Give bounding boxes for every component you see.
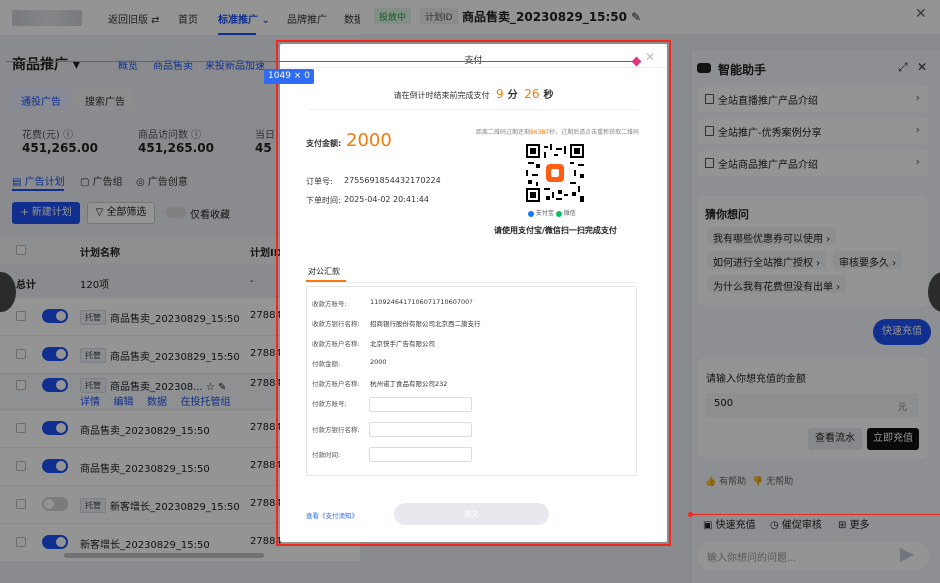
transfer-amount: 2000 [370,358,387,366]
field-label: 付款方银行名称: [312,426,360,434]
field-label: 付款时间: [312,451,341,459]
payer-name: 杭州诺丁食品有限公司232 [370,380,448,388]
guide-handle[interactable] [688,512,693,517]
order-number: 2755691854432170224 [344,176,441,185]
field-label: 收款方账户名称: [312,340,360,348]
divider [308,109,639,110]
field-label: 付款金额: [312,360,341,368]
tab-corporate-transfer[interactable]: 对公汇款 [308,266,340,277]
payee-bank: 招商银行股份有限公司北京西二旗支行 [370,320,481,328]
pay-amount: 2000 [346,130,392,151]
payee-name: 北京快手广告有限公司 [370,340,435,348]
scan-instruction: 请使用支付宝/微信扫一扫完成支付 [494,226,617,235]
divider [306,282,637,283]
payment-methods: 支付宝 微信 [528,208,576,217]
divider [280,67,667,68]
field-label: 收款方账号: [312,300,347,308]
payment-qr-code [526,144,584,202]
amount-label: 支付金额: [306,139,342,148]
field-label: 付款方账户名称: [312,380,360,388]
order-label: 订单号: [306,177,333,186]
alipay-icon [528,210,534,217]
submit-button[interactable]: 提交 [394,503,549,525]
measure-line [6,61,636,62]
countdown-minutes: 9 [496,87,504,101]
payer-bank-input[interactable] [369,422,472,437]
countdown-seconds: 26 [524,87,540,101]
modal-title: 支付 [464,56,483,66]
measure-label: 1049 × 0 [264,69,314,84]
wechat-icon [555,210,562,217]
field-label: 付款方账号: [312,400,347,408]
field-label: 收款方银行名称: [312,320,360,328]
payment-time-input[interactable] [369,447,472,462]
payment-modal: 支付 ✕ 请在倒计时结束前完成支付 9分 26 秒 支付金额: 2000 订单号:… [280,44,667,542]
order-time: 2025-04-02 20:41:44 [344,195,429,204]
payee-account: 110924641710607171060700? [370,298,473,306]
payment-notice-link[interactable]: 查看《支付须知》 [306,510,358,520]
payer-account-input[interactable] [369,397,472,412]
qr-expiry-tip: 距离二维码过期还剩86387秒，过期后请点击重新获取二维码 [476,129,640,136]
countdown: 请在倒计时结束前完成支付 9分 26 秒 [393,87,554,101]
order-time-label: 下单时间: [306,196,341,205]
modal-close-icon[interactable]: ✕ [645,50,655,64]
guide-line [692,514,940,515]
